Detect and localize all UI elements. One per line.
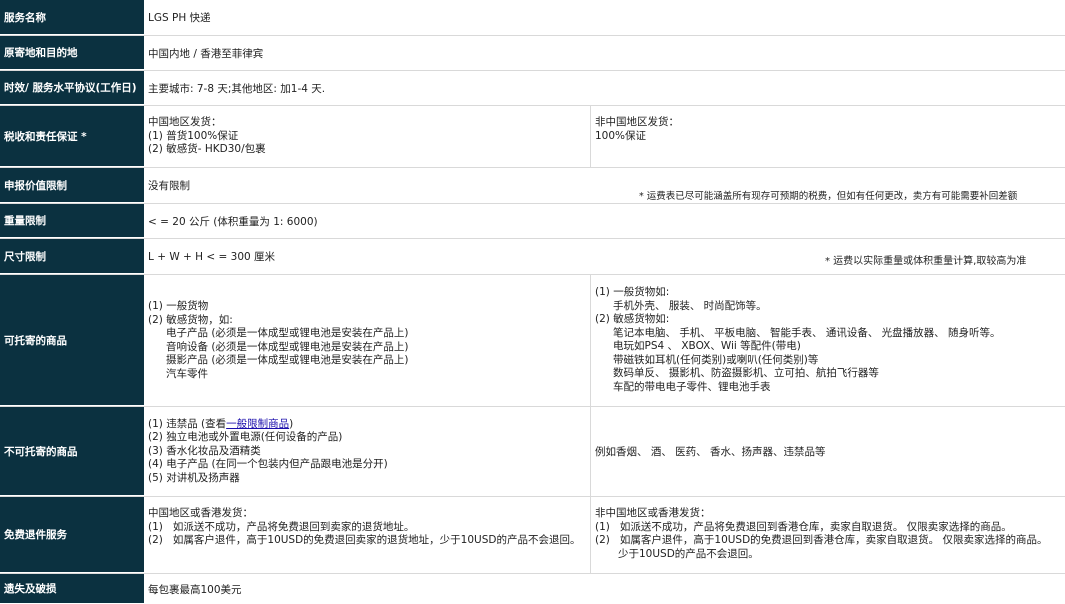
prohibited-item: (3) 香水化妆品及酒精类 (148, 444, 261, 457)
row-service: 服务名称 LGS PH 快递 (0, 0, 1065, 35)
returns-item: (1) 如派送不成功，产品将免费退回到卖家的退货地址。 (148, 520, 415, 533)
prohibited-left-cell: (1) 违禁品 (查看一般限制商品) (2) 独立电池或外置电源(任何设备的产品… (144, 407, 590, 496)
allowed-item: (2) 敏感货物如: (595, 313, 670, 325)
row-label: 尺寸限制 (0, 239, 144, 274)
row-origin: 原寄地和目的地 中国内地 / 香港至菲律宾 (0, 35, 1065, 70)
loss-value: 每包裹最高100美元 (148, 583, 242, 596)
tax-note: * 运费表已尽可能涵盖所有现存可预期的税费，但如有任何更改，卖方有可能需要补回差… (639, 191, 1018, 202)
row-label: 免费退件服务 (0, 497, 144, 573)
tax-cn-cell: 中国地区发货： (1) 普货100%保证 (2) 敏感货- HKD30/包裹 (144, 106, 590, 167)
prohibited-item: (5) 对讲机及扬声器 (148, 471, 240, 484)
row-size: 尺寸限制 L + W + H < = 300 厘米 * 运费以实际重量或体积重量… (0, 238, 1065, 274)
returns-right-cell: 非中国地区或香港发货： (1) 如派送不成功，产品将免费退回到香港仓库，卖家自取… (590, 497, 1065, 573)
returns-item: 少于10USD的产品不会退回。 (618, 547, 759, 560)
row-label: 不可托寄的商品 (0, 407, 144, 496)
service-value: LGS PH 快递 (148, 12, 211, 24)
returns-item: (1) 如派送不成功，产品将免费退回到香港仓库，卖家自取退货。 仅限卖家选择的商… (595, 520, 1012, 533)
weight-value: < = 20 公斤 (体积重量为 1: 6000) (148, 215, 318, 228)
row-allowed: 可托寄的商品 (1) 一般货物 (2) 敏感货物，如: 电子产品 (必须是一体成… (0, 274, 1065, 406)
allowed-item: (1) 一般货物 (148, 300, 209, 312)
row-sla: 时效/ 服务水平协议(工作日) 主要城市: 7-8 天;其他地区: 加1-4 天… (0, 70, 1065, 105)
tax-cn-item: (2) 敏感货- HKD30/包裹 (148, 143, 266, 156)
size-value: L + W + H < = 300 厘米 (148, 251, 276, 263)
row-returns: 免费退件服务 中国地区或香港发货： (1) 如派送不成功，产品将免费退回到卖家的… (0, 496, 1065, 573)
restricted-goods-link[interactable]: 一般限制商品 (226, 418, 289, 430)
allowed-item: 电子产品 (必须是一体成型或锂电池是安装在产品上) (166, 327, 409, 339)
weight-note: * 运费以实际重量或体积重量计算,取较高为准 (825, 256, 1027, 267)
allowed-item: 汽车零件 (166, 367, 208, 380)
tax-noncn-title: 非中国地区发货： (595, 116, 679, 128)
prohibited-item: (2) 独立电池或外置电源(任何设备的产品) (148, 431, 343, 444)
allowed-item: 音响设备 (必须是一体成型或锂电池是安装在产品上) (166, 340, 409, 353)
tax-noncn-cell: 非中国地区发货： 100%保证 (590, 106, 1065, 167)
row-loss: 遗失及破损 每包裹最高100美元 (0, 573, 1065, 604)
row-label: 原寄地和目的地 (0, 36, 144, 70)
allowed-item: 手机外壳、 服装、 时尚配饰等。 (613, 299, 767, 312)
row-label: 遗失及破损 (0, 574, 144, 604)
allowed-item: 数码单反、 摄影机、防盗摄影机、立可拍、航拍飞行器等 (613, 367, 879, 379)
prohibited-item: (4) 电子产品 (在同一个包装内但产品跟电池是分开) (148, 458, 388, 471)
returns-left-cell: 中国地区或香港发货： (1) 如派送不成功，产品将免费退回到卖家的退货地址。 (… (144, 497, 590, 573)
allowed-item: (2) 敏感货物，如: (148, 313, 233, 326)
row-label: 申报价值限制 (0, 168, 144, 203)
declared-value: 没有限制 (148, 180, 190, 192)
returns-item: 非中国地区或香港发货： (595, 507, 711, 519)
allowed-item: 车配的带电电子零件、锂电池手表 (613, 380, 771, 393)
returns-item: (2) 如属客户退件，高于10USD的免费退回卖家的退货地址，少于10USD的产… (148, 534, 581, 546)
row-weight: 重量限制 < = 20 公斤 (体积重量为 1: 6000) (0, 203, 1065, 238)
allowed-item: 电玩如PS4 、 XBOX、Wii 等配件(带电) (613, 340, 801, 352)
allowed-left-cell: (1) 一般货物 (2) 敏感货物，如: 电子产品 (必须是一体成型或锂电池是安… (144, 275, 590, 406)
prohibited-item-text: ) (289, 417, 294, 430)
tax-cn-title: 中国地区发货： (148, 116, 222, 129)
row-label: 服务名称 (0, 0, 144, 35)
row-declared: 申报价值限制 没有限制 * 运费表已尽可能涵盖所有现存可预期的税费，但如有任何更… (0, 167, 1065, 203)
allowed-item: 摄影产品 (必须是一体成型或锂电池是安装在产品上) (166, 354, 409, 366)
tax-cn-item: (1) 普货100%保证 (148, 129, 239, 142)
row-tax: 税收和责任保证 * 中国地区发货： (1) 普货100%保证 (2) 敏感货- … (0, 105, 1065, 167)
row-label: 税收和责任保证 * (0, 106, 144, 167)
row-label: 重量限制 (0, 204, 144, 238)
allowed-item: (1) 一般货物如: (595, 286, 670, 298)
allowed-item: 带磁铁如耳机(任何类别)或喇叭(任何类别)等 (613, 353, 819, 366)
prohibited-right-cell: 例如香烟、 酒、 医药、 香水、扬声器、违禁品等 (590, 407, 1065, 496)
allowed-item: 笔记本电脑、 手机、 平板电脑、 智能手表、 通讯设备、 光盘播放器、 随身听等… (613, 326, 1001, 339)
returns-item: 中国地区或香港发货： (148, 507, 253, 519)
row-prohibited: 不可托寄的商品 (1) 违禁品 (查看一般限制商品) (2) 独立电池或外置电源… (0, 406, 1065, 496)
tax-noncn-item: 100%保证 (595, 129, 647, 142)
prohibited-item-text: (1) 违禁品 (查看 (148, 417, 227, 430)
allowed-right-cell: (1) 一般货物如: 手机外壳、 服装、 时尚配饰等。 (2) 敏感货物如: 笔… (590, 275, 1065, 406)
origin-value: 中国内地 / 香港至菲律宾 (148, 47, 264, 60)
returns-item: (2) 如属客户退件，高于10USD的免费退回到香港仓库，卖家自取退货。 仅限卖… (595, 534, 1048, 546)
sla-value: 主要城市: 7-8 天;其他地区: 加1-4 天. (148, 82, 326, 95)
row-label: 可托寄的商品 (0, 275, 144, 406)
row-label: 时效/ 服务水平协议(工作日) (0, 71, 144, 105)
prohibited-item: (1) 违禁品 (查看一般限制商品) (148, 418, 388, 432)
